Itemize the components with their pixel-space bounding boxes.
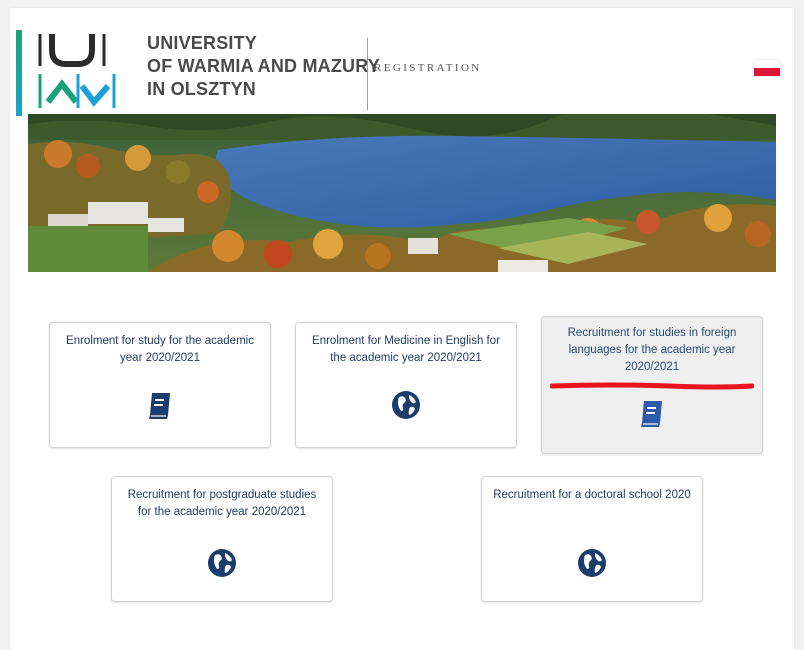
polish-flag-icon[interactable] <box>754 60 780 76</box>
tile-doctoral-school[interactable]: Recruitment for a doctoral school 2020 <box>481 476 703 602</box>
university-name: UNIVERSITY OF WARMIA AND MAZURY IN OLSZT… <box>147 32 380 101</box>
university-name-line-1: UNIVERSITY <box>147 33 258 53</box>
uwm-logo-icon[interactable] <box>30 30 116 110</box>
university-name-line-2: OF WARMIA AND MAZURY <box>147 56 380 76</box>
book-icon <box>149 393 170 419</box>
tile-label: Recruitment for postgraduate studies for… <box>127 489 317 518</box>
tile-label: Recruitment for a doctoral school 2020 <box>493 489 691 501</box>
header-divider <box>367 38 368 110</box>
site-header: UNIVERSITY OF WARMIA AND MAZURY IN OLSZT… <box>10 26 794 118</box>
tile-postgraduate[interactable]: Recruitment for postgraduate studies for… <box>111 476 333 602</box>
tile-label: Recruitment for studies in foreign langu… <box>567 327 737 373</box>
red-annotation-underline <box>550 382 754 390</box>
globe-icon <box>578 549 606 577</box>
book-icon <box>641 401 662 427</box>
globe-icon <box>208 549 236 577</box>
university-name-line-3: IN OLSZTYN <box>147 79 256 99</box>
tile-label: Enrolment for study for the academic yea… <box>66 335 254 364</box>
tile-medicine-english[interactable]: Enrolment for Medicine in English for th… <box>295 322 517 448</box>
section-title: REGISTRATION <box>374 62 482 74</box>
tile-enrolment-study[interactable]: Enrolment for study for the academic yea… <box>49 322 271 448</box>
tile-label: Enrolment for Medicine in English for th… <box>312 335 500 364</box>
campus-banner-image <box>28 114 776 272</box>
recruitment-options: Enrolment for study for the academic yea… <box>10 278 794 650</box>
globe-icon <box>392 391 420 419</box>
registration-page: UNIVERSITY OF WARMIA AND MAZURY IN OLSZT… <box>10 8 794 650</box>
